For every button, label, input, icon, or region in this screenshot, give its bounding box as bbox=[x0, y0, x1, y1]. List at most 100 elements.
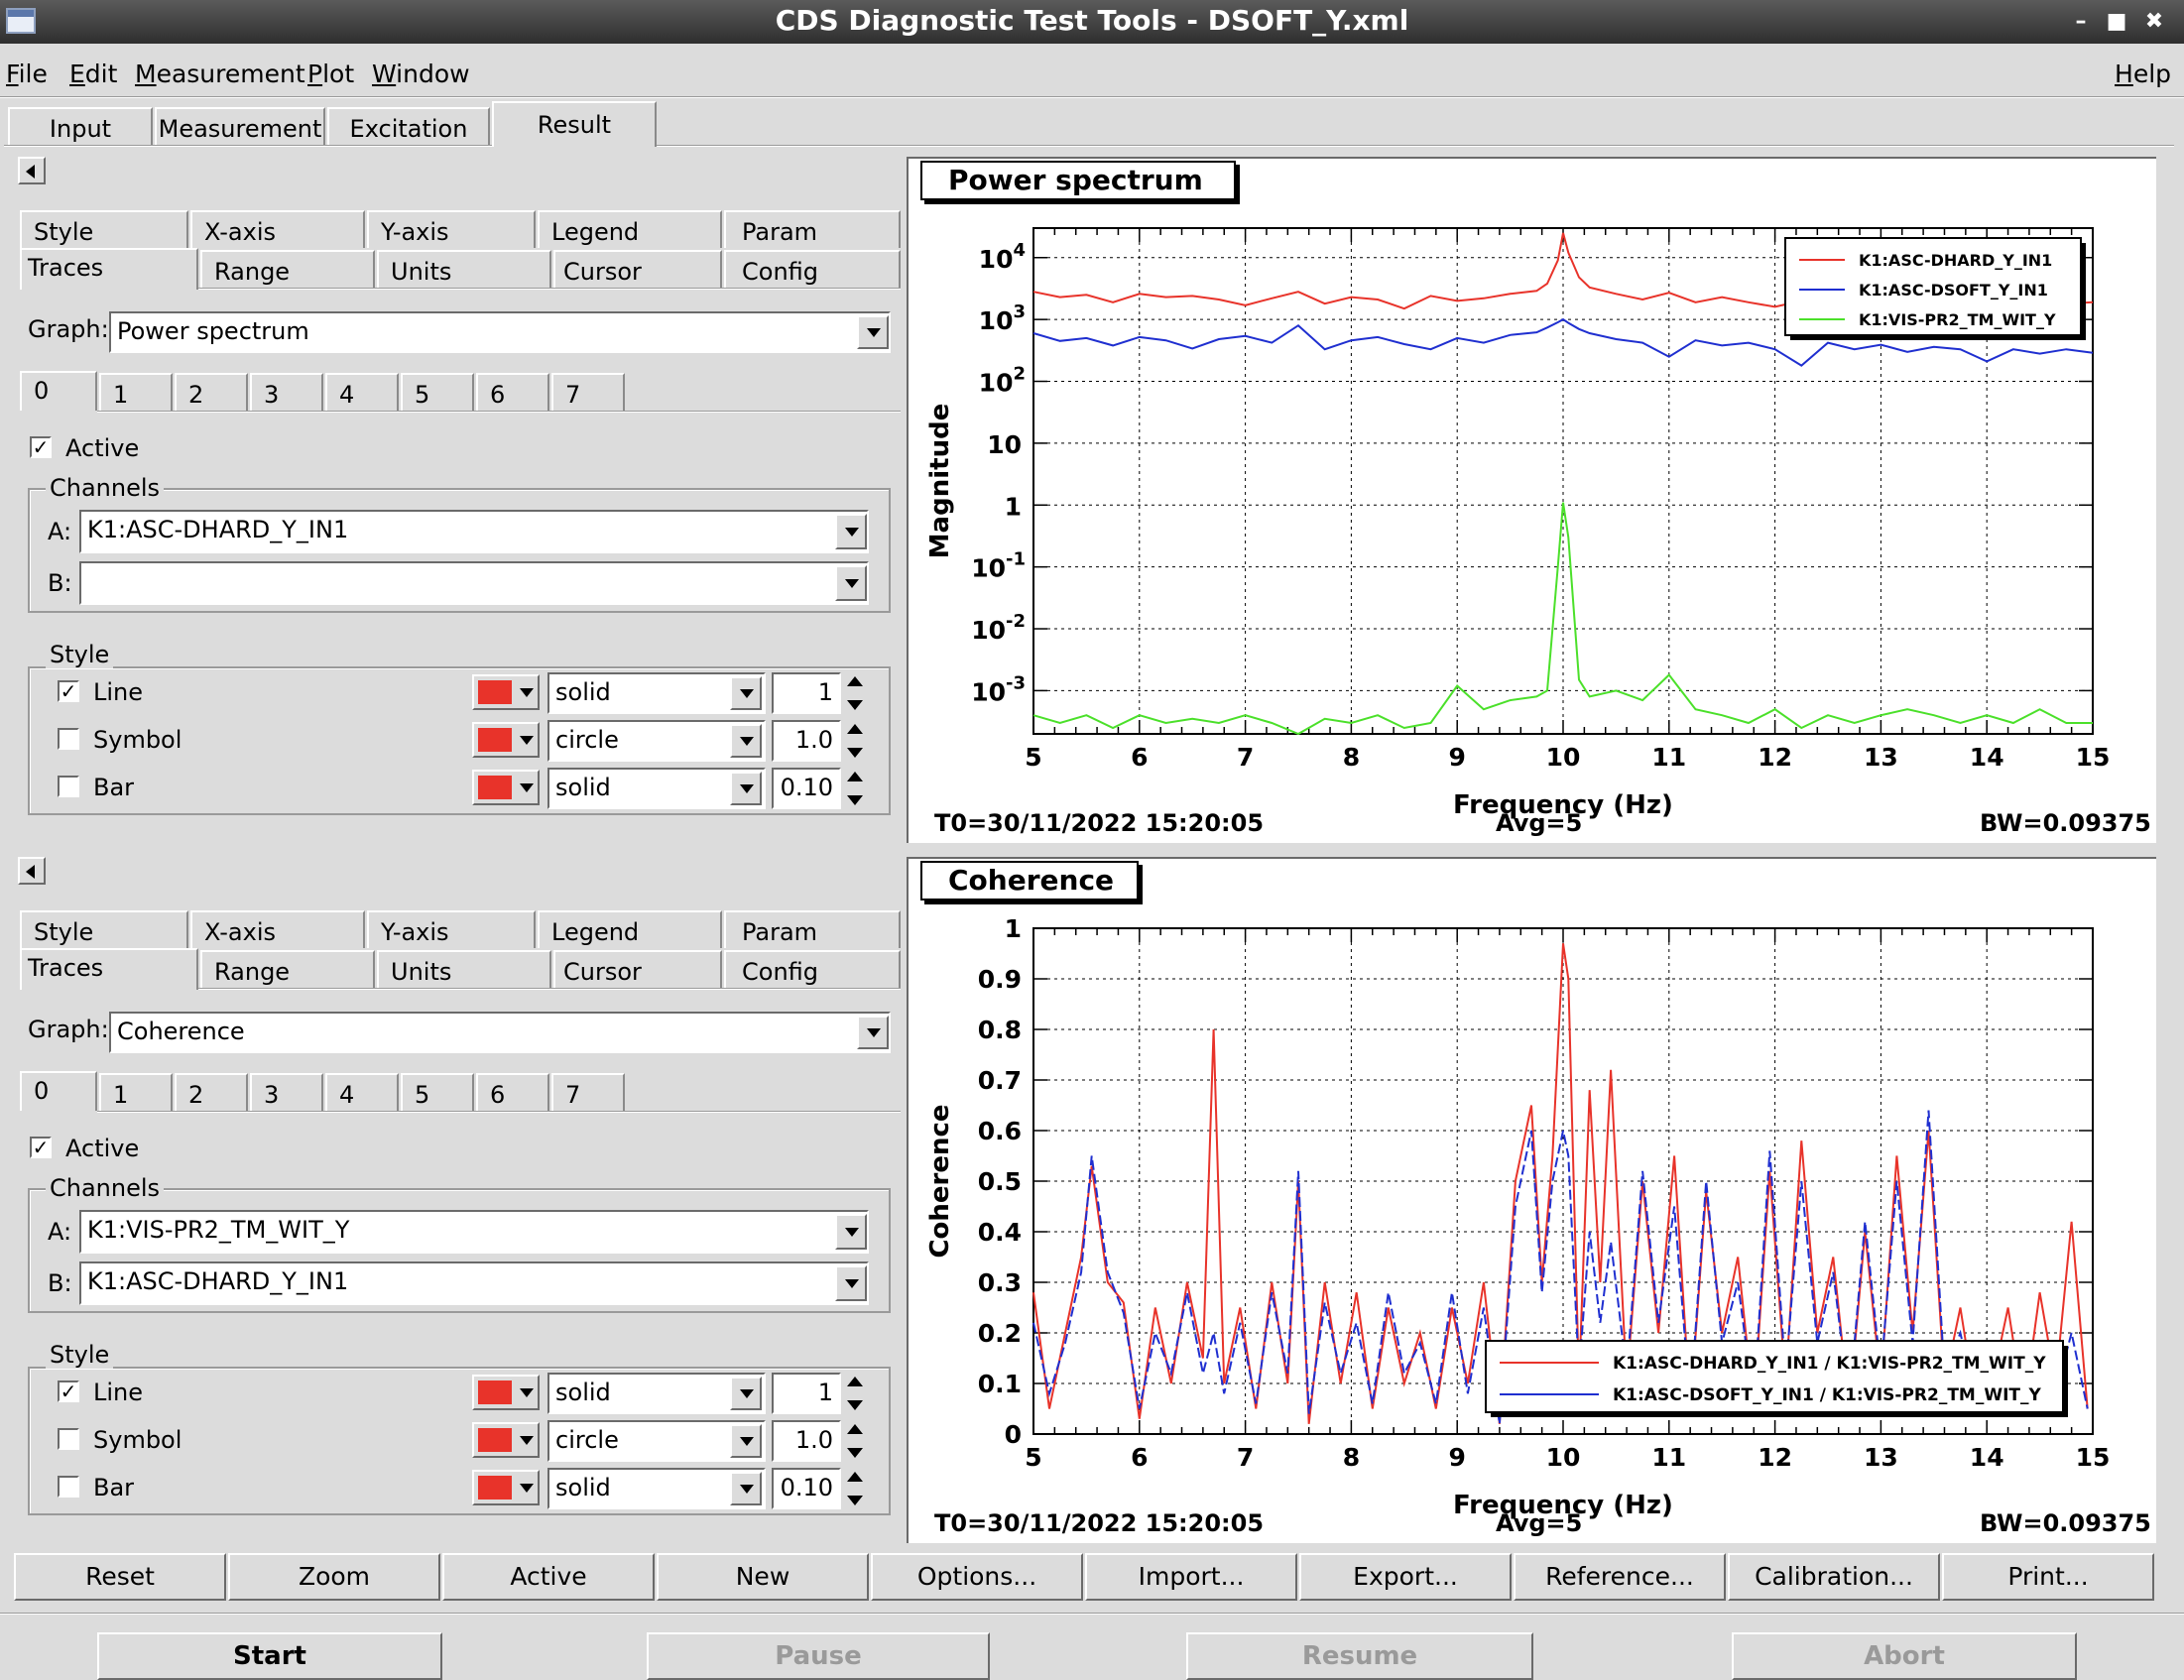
trace-tab-6[interactable]: 6 bbox=[476, 373, 549, 411]
opt-tab-cursor[interactable]: Cursor bbox=[553, 250, 722, 288]
opt-tab-y-axis[interactable]: Y-axis bbox=[367, 910, 536, 948]
calibration-button[interactable]: Calibration... bbox=[1728, 1553, 1940, 1601]
abort-button[interactable]: Abort bbox=[1732, 1632, 2077, 1680]
line-type-dropdown-icon[interactable] bbox=[730, 676, 762, 710]
menu-window[interactable]: Window bbox=[372, 60, 470, 88]
bar-type-dropdown-icon[interactable] bbox=[730, 1472, 762, 1505]
active-button[interactable]: Active bbox=[442, 1553, 655, 1601]
import-button[interactable]: Import... bbox=[1085, 1553, 1297, 1601]
collapse-left-icon[interactable] bbox=[18, 157, 46, 184]
coherence-chart[interactable]: 5 6 7 8 9 10 11 12 13 14 15 0 0.1 0.2 0.3 0.4 0.5 0.6 0.7 0… bbox=[907, 857, 2156, 1543]
opt-tab-x-axis[interactable]: X-axis bbox=[190, 210, 365, 248]
graph-dropdown-icon[interactable] bbox=[857, 315, 889, 349]
trace-tab-1[interactable]: 1 bbox=[99, 373, 173, 411]
bar-checkbox[interactable] bbox=[58, 1476, 79, 1498]
zoom-button[interactable]: Zoom bbox=[228, 1553, 440, 1601]
active-checkbox[interactable]: ✓ bbox=[30, 1137, 52, 1158]
spin-down-icon[interactable] bbox=[847, 1448, 863, 1458]
line-checkbox[interactable]: ✓ bbox=[58, 680, 79, 702]
trace-tab-4[interactable]: 4 bbox=[325, 1073, 399, 1111]
trace-tab-3[interactable]: 3 bbox=[250, 1073, 323, 1111]
maximize-icon[interactable]: ■ bbox=[2103, 8, 2130, 36]
bar-checkbox[interactable] bbox=[58, 776, 79, 797]
opt-tab-units[interactable]: Units bbox=[377, 950, 551, 988]
graph-select[interactable]: Coherence bbox=[109, 1012, 891, 1053]
spin-down-icon[interactable] bbox=[847, 748, 863, 758]
menu-edit[interactable]: Edit bbox=[69, 60, 117, 88]
tab-measurement[interactable]: Measurement bbox=[155, 107, 325, 145]
spin-up-icon[interactable] bbox=[847, 724, 863, 734]
channel-a-dropdown-icon[interactable] bbox=[835, 514, 867, 549]
symbol-checkbox[interactable] bbox=[58, 1428, 79, 1450]
opt-tab-range[interactable]: Range bbox=[200, 950, 375, 988]
resume-button[interactable]: Resume bbox=[1186, 1632, 1533, 1680]
line-color-picker[interactable] bbox=[472, 1375, 540, 1410]
symbol-type-dropdown-icon[interactable] bbox=[730, 724, 762, 758]
channel-a-input[interactable]: K1:VIS-PR2_TM_WIT_Y bbox=[79, 1210, 869, 1254]
opt-tab-style[interactable]: Style bbox=[20, 210, 188, 248]
active-checkbox[interactable]: ✓ bbox=[30, 436, 52, 458]
symbol-size-input[interactable]: 1.0 bbox=[772, 720, 841, 762]
trace-tab-7[interactable]: 7 bbox=[551, 373, 625, 411]
spin-up-icon[interactable] bbox=[847, 772, 863, 781]
line-type-dropdown-icon[interactable] bbox=[730, 1377, 762, 1410]
bar-size-input[interactable]: 0.10 bbox=[772, 1468, 841, 1509]
channel-b-input[interactable] bbox=[79, 561, 869, 605]
symbol-size-input[interactable]: 1.0 bbox=[772, 1420, 841, 1462]
menu-plot[interactable]: Plot bbox=[307, 60, 354, 88]
opt-tab-config[interactable]: Config bbox=[724, 950, 901, 988]
spin-down-icon[interactable] bbox=[847, 700, 863, 710]
opt-tab-config[interactable]: Config bbox=[724, 250, 901, 288]
collapse-left-icon[interactable] bbox=[18, 857, 46, 885]
bar-type-dropdown-icon[interactable] bbox=[730, 772, 762, 805]
trace-tab-2[interactable]: 2 bbox=[175, 373, 248, 411]
channel-b-dropdown-icon[interactable] bbox=[835, 1265, 867, 1301]
spin-up-icon[interactable] bbox=[847, 676, 863, 686]
line-size-input[interactable]: 1 bbox=[772, 672, 841, 714]
trace-tab-6[interactable]: 6 bbox=[476, 1073, 549, 1111]
opt-tab-traces[interactable]: Traces bbox=[20, 948, 198, 990]
trace-tab-0[interactable]: 0 bbox=[20, 371, 97, 411]
symbol-size-spinner[interactable] bbox=[841, 1420, 873, 1462]
spin-up-icon[interactable] bbox=[847, 1472, 863, 1482]
tab-result[interactable]: Result bbox=[492, 101, 657, 147]
opt-tab-y-axis[interactable]: Y-axis bbox=[367, 210, 536, 248]
channel-b-dropdown-icon[interactable] bbox=[835, 565, 867, 601]
trace-tab-7[interactable]: 7 bbox=[551, 1073, 625, 1111]
opt-tab-traces[interactable]: Traces bbox=[20, 248, 198, 290]
line-size-input[interactable]: 1 bbox=[772, 1373, 841, 1414]
start-button[interactable]: Start bbox=[97, 1632, 442, 1680]
channel-a-dropdown-icon[interactable] bbox=[835, 1214, 867, 1250]
minimize-icon[interactable]: – bbox=[2067, 8, 2095, 36]
menu-measurement[interactable]: Measurement bbox=[135, 60, 305, 88]
opt-tab-x-axis[interactable]: X-axis bbox=[190, 910, 365, 948]
opt-tab-param[interactable]: Param bbox=[724, 910, 901, 948]
bar-size-spinner[interactable] bbox=[841, 768, 873, 809]
symbol-size-spinner[interactable] bbox=[841, 720, 873, 762]
opt-tab-legend[interactable]: Legend bbox=[538, 210, 722, 248]
opt-tab-cursor[interactable]: Cursor bbox=[553, 950, 722, 988]
opt-tab-param[interactable]: Param bbox=[724, 210, 901, 248]
symbol-color-picker[interactable] bbox=[472, 1422, 540, 1458]
graph-dropdown-icon[interactable] bbox=[857, 1016, 889, 1049]
pause-button[interactable]: Pause bbox=[647, 1632, 990, 1680]
trace-tab-5[interactable]: 5 bbox=[401, 373, 474, 411]
export-button[interactable]: Export... bbox=[1299, 1553, 1512, 1601]
trace-tab-4[interactable]: 4 bbox=[325, 373, 399, 411]
symbol-type-dropdown-icon[interactable] bbox=[730, 1424, 762, 1458]
bar-size-spinner[interactable] bbox=[841, 1468, 873, 1509]
print-button[interactable]: Print... bbox=[1942, 1553, 2154, 1601]
reference-button[interactable]: Reference... bbox=[1514, 1553, 1726, 1601]
line-color-picker[interactable] bbox=[472, 674, 540, 710]
graph-select[interactable]: Power spectrum bbox=[109, 311, 891, 353]
line-checkbox[interactable]: ✓ bbox=[58, 1380, 79, 1402]
spin-down-icon[interactable] bbox=[847, 1400, 863, 1410]
menu-file[interactable]: File bbox=[6, 60, 48, 88]
trace-tab-3[interactable]: 3 bbox=[250, 373, 323, 411]
symbol-checkbox[interactable] bbox=[58, 728, 79, 750]
close-icon[interactable]: ✖ bbox=[2140, 8, 2168, 36]
tab-input[interactable]: Input bbox=[8, 107, 153, 145]
spin-up-icon[interactable] bbox=[847, 1424, 863, 1434]
line-size-spinner[interactable] bbox=[841, 1373, 873, 1414]
opt-tab-style[interactable]: Style bbox=[20, 910, 188, 948]
